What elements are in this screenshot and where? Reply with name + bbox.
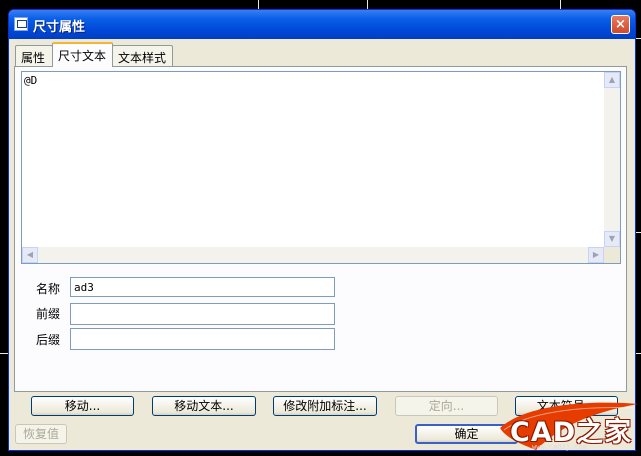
tab-dimension-text-label: 尺寸文本	[58, 49, 107, 63]
restore-value-button[interactable]: 恢复值	[15, 424, 67, 444]
suffix-input[interactable]	[70, 328, 335, 350]
dimension-text-value[interactable]: @D	[24, 74, 37, 87]
cad-home-watermark: CAD之家 www.cadzj.com	[496, 398, 641, 456]
watermark-url: www.cadzj.com	[532, 443, 587, 451]
name-input[interactable]	[70, 277, 335, 297]
close-button[interactable]: ×	[611, 15, 630, 34]
modify-extra-dimension-button[interactable]: 修改附加标注...	[273, 396, 377, 416]
scroll-right-icon[interactable]: ▶	[588, 247, 604, 263]
prefix-input[interactable]	[70, 303, 335, 325]
window-title: 尺寸属性	[33, 20, 86, 35]
horizontal-scrollbar[interactable]: ◀ ▶	[22, 247, 604, 263]
window-icon	[14, 17, 28, 31]
name-label: 名称	[36, 282, 61, 296]
vertical-scrollbar[interactable]: ▲ ▼	[604, 72, 620, 247]
title-bar[interactable]: 尺寸属性 ×	[9, 10, 635, 39]
suffix-label: 后缀	[36, 333, 61, 347]
scrollbar-corner	[604, 247, 620, 263]
move-button[interactable]: 移动...	[31, 396, 134, 416]
tab-text-style[interactable]: 文本样式	[112, 45, 173, 66]
scroll-up-icon[interactable]: ▲	[604, 72, 620, 88]
dimension-text-panel: @D ▲ ▼ ◀ ▶ 名称 前缀 后缀	[14, 66, 627, 392]
scroll-down-icon[interactable]: ▼	[604, 231, 620, 247]
tab-properties-label: 属性	[21, 51, 46, 65]
tab-dimension-text[interactable]: 尺寸文本	[52, 42, 113, 67]
dimension-properties-dialog: 尺寸属性 × 属性 尺寸文本 文本样式 @D ▲ ▼ ◀ ▶ 名称 前缀 后	[8, 9, 636, 451]
tab-text-style-label: 文本样式	[118, 51, 167, 65]
tab-properties[interactable]: 属性	[15, 45, 53, 66]
prefix-label: 前缀	[36, 307, 61, 321]
close-icon: ×	[615, 17, 626, 32]
orient-button[interactable]: 定向...	[395, 396, 498, 416]
move-text-button[interactable]: 移动文本...	[152, 396, 256, 416]
scroll-left-icon[interactable]: ◀	[22, 247, 38, 263]
dimension-text-editor[interactable]: @D ▲ ▼ ◀ ▶	[21, 71, 621, 264]
